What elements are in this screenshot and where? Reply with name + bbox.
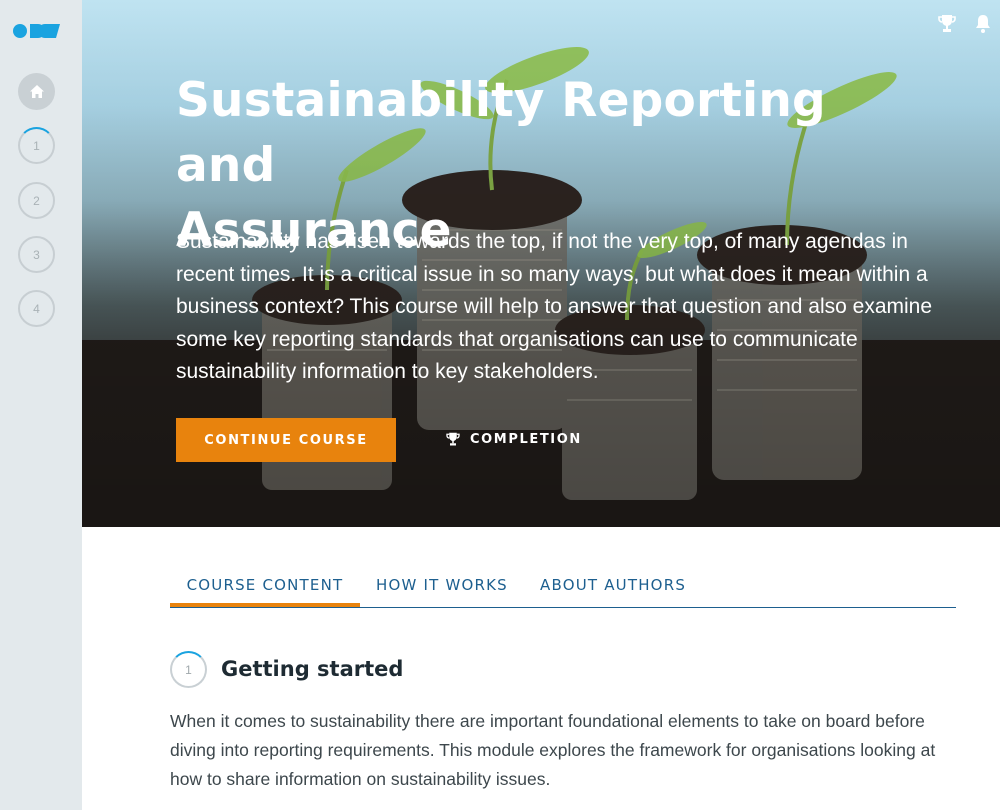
logo[interactable] — [12, 22, 62, 40]
home-icon — [29, 85, 44, 98]
bell-icon[interactable] — [974, 14, 992, 34]
home-button[interactable] — [18, 73, 55, 110]
completion-button[interactable]: COMPLETION — [446, 428, 582, 450]
module-number-badge[interactable]: 1 — [170, 651, 207, 688]
module-description: When it comes to sustainability there ar… — [170, 711, 936, 789]
sidebar: 1 2 3 4 — [0, 0, 82, 810]
step-number: 3 — [33, 247, 40, 262]
tab-how-it-works[interactable]: HOW IT WORKS — [376, 566, 508, 607]
top-toolbar — [938, 14, 992, 34]
trophy-icon — [446, 432, 460, 445]
module-title[interactable]: Getting started — [221, 654, 403, 684]
trophy-icon[interactable] — [938, 14, 956, 34]
active-tab-indicator — [170, 603, 360, 607]
continue-course-button[interactable]: CONTINUE COURSE — [176, 418, 396, 462]
tab-course-content[interactable]: COURSE CONTENT — [170, 566, 360, 607]
tab-about-authors[interactable]: ABOUT AUTHORS — [540, 566, 686, 607]
course-title-line-1: Sustainability Reporting and — [176, 73, 826, 193]
module-number: 1 — [185, 662, 192, 677]
sidebar-step-2[interactable]: 2 — [18, 182, 55, 219]
course-hero: Sustainability Reporting and Assurance S… — [82, 0, 1000, 527]
step-number: 1 — [33, 138, 40, 153]
completion-label: COMPLETION — [470, 431, 582, 447]
course-tabs: COURSE CONTENT HOW IT WORKS ABOUT AUTHOR… — [170, 566, 956, 608]
step-number: 2 — [33, 193, 40, 208]
sidebar-step-1[interactable]: 1 — [18, 127, 55, 164]
sidebar-step-3[interactable]: 3 — [18, 236, 55, 273]
step-number: 4 — [33, 301, 40, 316]
course-description: Sustainability has risen towards the top… — [176, 230, 933, 383]
sidebar-step-4[interactable]: 4 — [18, 290, 55, 327]
